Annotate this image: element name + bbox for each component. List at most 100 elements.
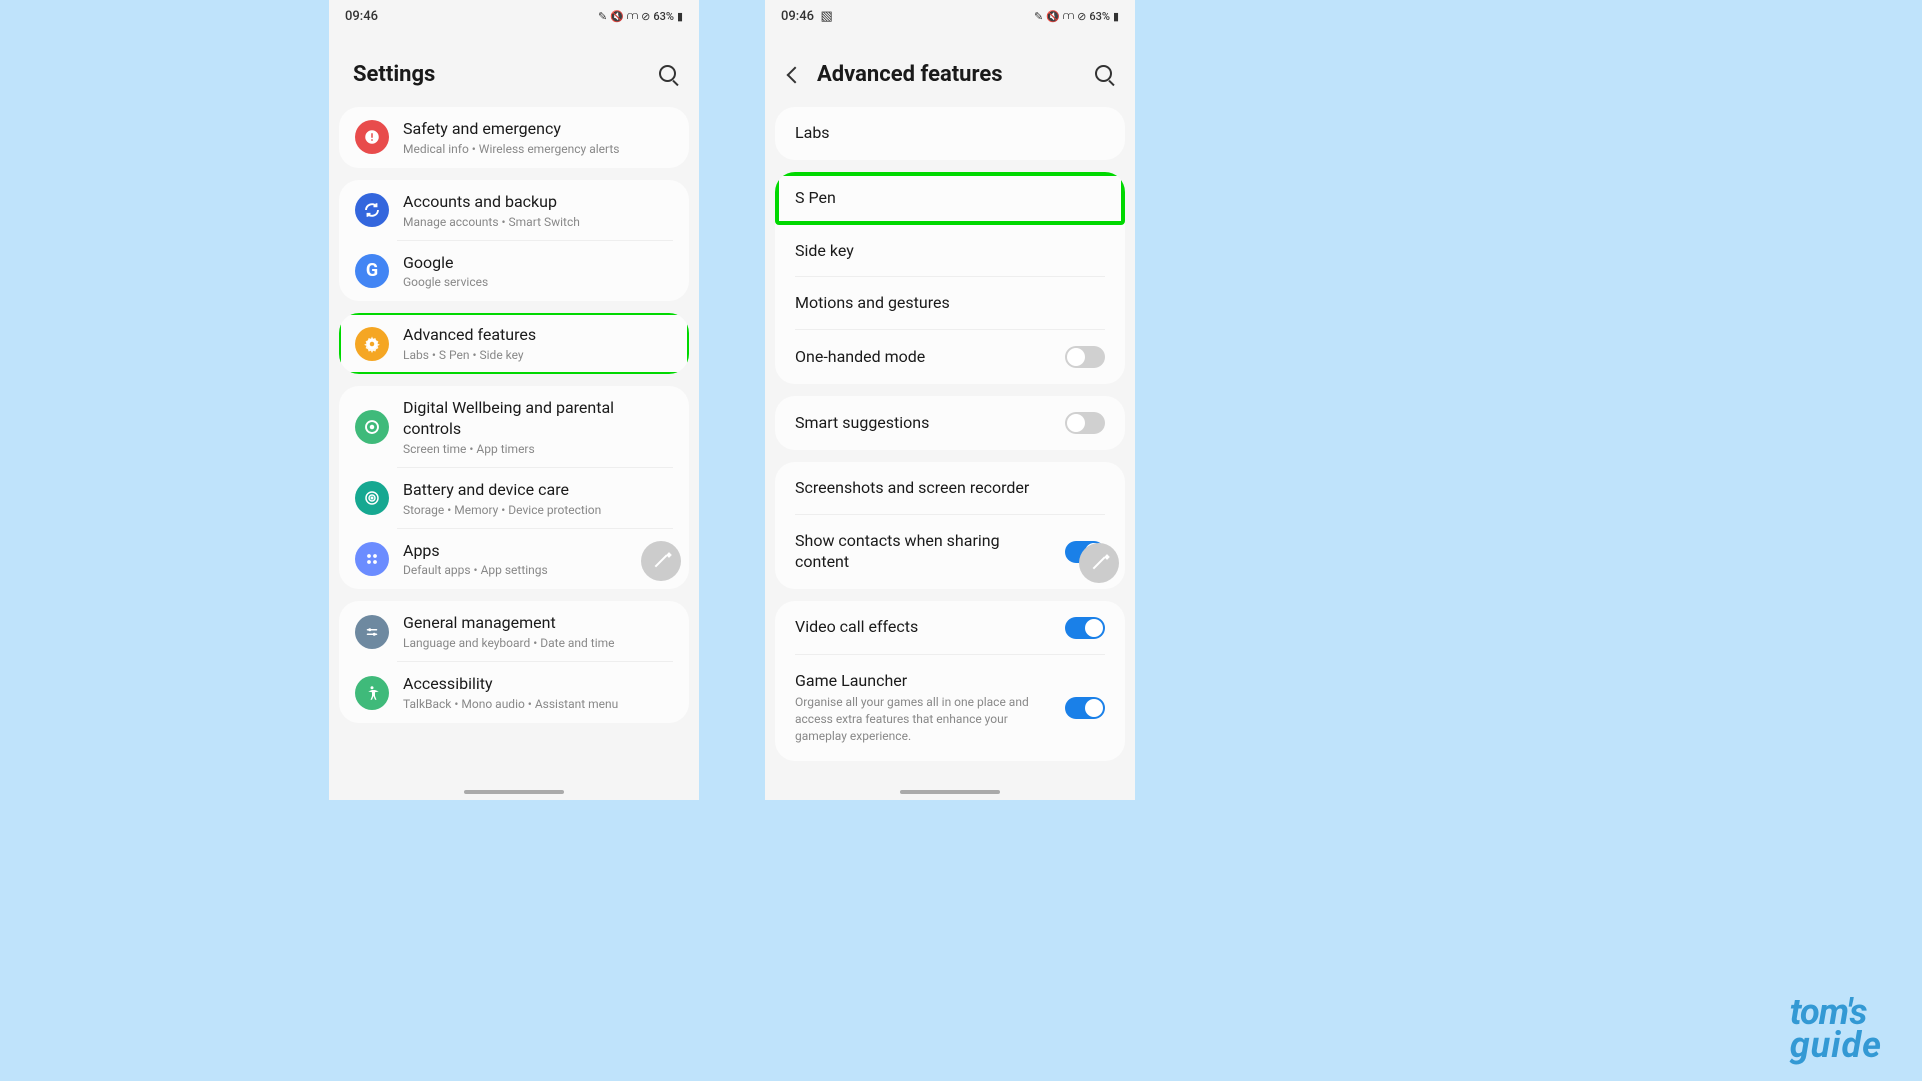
item-title: Google bbox=[403, 253, 673, 274]
nav-bar-indicator[interactable] bbox=[464, 790, 564, 794]
item-title: Motions and gestures bbox=[795, 293, 1095, 314]
status-bar: 09:46 ✎ 🔇 ⩋ ⊘ 63% ▮ bbox=[329, 0, 699, 32]
settings-item-battery[interactable]: Battery and device care Storage • Memory… bbox=[339, 468, 689, 529]
item-subtitle: Labs • S Pen • Side key bbox=[403, 348, 673, 362]
battery-icon: ▮ bbox=[1113, 10, 1119, 23]
item-title: Safety and emergency bbox=[403, 119, 673, 140]
battery-icon: ▮ bbox=[677, 10, 683, 23]
screenshot-icon: ▧ bbox=[820, 9, 832, 24]
item-text: Safety and emergency Medical info • Wire… bbox=[403, 119, 673, 156]
item-s-pen[interactable]: S Pen bbox=[775, 172, 1125, 225]
item-title: Side key bbox=[795, 241, 1095, 262]
settings-item-accessibility[interactable]: Accessibility TalkBack • Mono audio • As… bbox=[339, 662, 689, 723]
pen-icon: ✎ bbox=[1034, 10, 1043, 23]
status-icons: ✎ 🔇 ⩋ ⊘ 63% ▮ bbox=[1034, 9, 1119, 23]
status-time: 09:46 bbox=[345, 9, 378, 24]
status-icons: ✎ 🔇 ⩋ ⊘ 63% ▮ bbox=[598, 9, 683, 23]
item-subtitle: Google services bbox=[403, 275, 673, 289]
item-title: General management bbox=[403, 613, 673, 634]
back-icon[interactable] bbox=[787, 66, 804, 83]
item-subtitle: Language and keyboard • Date and time bbox=[403, 636, 673, 650]
watermark-logo: tom's guide bbox=[1790, 996, 1882, 1061]
item-screenshots[interactable]: Screenshots and screen recorder bbox=[775, 462, 1125, 515]
page-title: Advanced features bbox=[817, 62, 1003, 87]
settings-item-apps[interactable]: Apps Default apps • App settings bbox=[339, 529, 689, 590]
search-icon[interactable] bbox=[659, 65, 679, 85]
accessibility-icon bbox=[355, 676, 389, 710]
mute-icon: 🔇 bbox=[1046, 10, 1060, 23]
item-text: Accounts and backup Manage accounts • Sm… bbox=[403, 192, 673, 229]
item-subtitle: Storage • Memory • Device protection bbox=[403, 503, 673, 517]
battery-text: 63% bbox=[1089, 10, 1110, 23]
item-title: One-handed mode bbox=[795, 347, 1055, 368]
toggle-smart-suggestions[interactable] bbox=[1065, 412, 1105, 434]
settings-item-general[interactable]: General management Language and keyboard… bbox=[339, 601, 689, 662]
settings-item-google[interactable]: G Google Google services bbox=[339, 241, 689, 302]
header: Settings bbox=[329, 32, 699, 107]
item-title: Labs bbox=[795, 123, 1095, 144]
item-title: Video call effects bbox=[795, 617, 1055, 638]
item-text: Accessibility TalkBack • Mono audio • As… bbox=[403, 674, 673, 711]
apps-icon bbox=[355, 542, 389, 576]
item-subtitle: TalkBack • Mono audio • Assistant menu bbox=[403, 697, 673, 711]
google-icon: G bbox=[355, 254, 389, 288]
search-icon[interactable] bbox=[1095, 65, 1115, 85]
phone-screenshot-settings: 09:46 ✎ 🔇 ⩋ ⊘ 63% ▮ Settings Safety and … bbox=[329, 0, 699, 800]
item-labs[interactable]: Labs bbox=[775, 107, 1125, 160]
pen-icon: ✎ bbox=[598, 10, 607, 23]
toggle-game-launcher[interactable] bbox=[1065, 697, 1105, 719]
wifi-icon: ⩋ bbox=[627, 9, 638, 23]
edit-fab[interactable] bbox=[1079, 543, 1119, 583]
header: Advanced features bbox=[765, 32, 1135, 107]
settings-item-wellbeing[interactable]: Digital Wellbeing and parental controls … bbox=[339, 386, 689, 468]
group-smart: Smart suggestions bbox=[775, 396, 1125, 450]
no-data-icon: ⊘ bbox=[1077, 10, 1086, 23]
status-time-block: 09:46 ▧ bbox=[781, 9, 833, 24]
battery-text: 63% bbox=[653, 10, 674, 23]
item-video-call[interactable]: Video call effects bbox=[775, 601, 1125, 655]
mute-icon: 🔇 bbox=[610, 10, 624, 23]
settings-item-safety[interactable]: Safety and emergency Medical info • Wire… bbox=[339, 107, 689, 168]
item-game-launcher[interactable]: Game Launcher Organise all your games al… bbox=[775, 655, 1125, 761]
item-title: Accounts and backup bbox=[403, 192, 673, 213]
item-side-key[interactable]: Side key bbox=[775, 225, 1125, 278]
item-title: Digital Wellbeing and parental controls bbox=[403, 398, 673, 440]
item-title: Advanced features bbox=[403, 325, 673, 346]
item-text: Advanced features Labs • S Pen • Side ke… bbox=[403, 325, 673, 362]
page-title: Settings bbox=[353, 62, 435, 87]
item-title: Accessibility bbox=[403, 674, 673, 695]
wellbeing-icon bbox=[355, 410, 389, 444]
status-bar: 09:46 ▧ ✎ 🔇 ⩋ ⊘ 63% ▮ bbox=[765, 0, 1135, 32]
group-labs: Labs bbox=[775, 107, 1125, 160]
watermark-line2: guide bbox=[1790, 1029, 1882, 1061]
settings-item-accounts[interactable]: Accounts and backup Manage accounts • Sm… bbox=[339, 180, 689, 241]
item-motions[interactable]: Motions and gestures bbox=[775, 277, 1125, 330]
gear-icon bbox=[355, 327, 389, 361]
toggle-video-call[interactable] bbox=[1065, 617, 1105, 639]
item-subtitle: Screen time • App timers bbox=[403, 442, 673, 456]
item-subtitle: Default apps • App settings bbox=[403, 563, 673, 577]
item-show-contacts[interactable]: Show contacts when sharing content bbox=[775, 515, 1125, 589]
item-title: Smart suggestions bbox=[795, 413, 1055, 434]
item-smart-suggestions[interactable]: Smart suggestions bbox=[775, 396, 1125, 450]
wifi-icon: ⩋ bbox=[1063, 9, 1074, 23]
item-text: Google Google services bbox=[403, 253, 673, 290]
safety-icon bbox=[355, 120, 389, 154]
settings-group-safety: Safety and emergency Medical info • Wire… bbox=[339, 107, 689, 168]
general-icon bbox=[355, 615, 389, 649]
sync-icon bbox=[355, 193, 389, 227]
no-data-icon: ⊘ bbox=[641, 10, 650, 23]
group-screenshots: Screenshots and screen recorder Show con… bbox=[775, 462, 1125, 588]
phone-screenshot-advanced-features: 09:46 ▧ ✎ 🔇 ⩋ ⊘ 63% ▮ Advanced features … bbox=[765, 0, 1135, 800]
item-title: Apps bbox=[403, 541, 673, 562]
item-text: Apps Default apps • App settings bbox=[403, 541, 673, 578]
item-title: Game Launcher bbox=[795, 671, 1055, 692]
toggle-one-handed[interactable] bbox=[1065, 346, 1105, 368]
nav-bar-indicator[interactable] bbox=[900, 790, 1000, 794]
item-subtitle: Manage accounts • Smart Switch bbox=[403, 215, 673, 229]
item-text: Digital Wellbeing and parental controls … bbox=[403, 398, 673, 456]
status-time: 09:46 bbox=[781, 9, 814, 24]
settings-item-advanced-features[interactable]: Advanced features Labs • S Pen • Side ke… bbox=[339, 313, 689, 374]
header-left: Advanced features bbox=[789, 62, 1003, 87]
item-one-handed[interactable]: One-handed mode bbox=[775, 330, 1125, 384]
